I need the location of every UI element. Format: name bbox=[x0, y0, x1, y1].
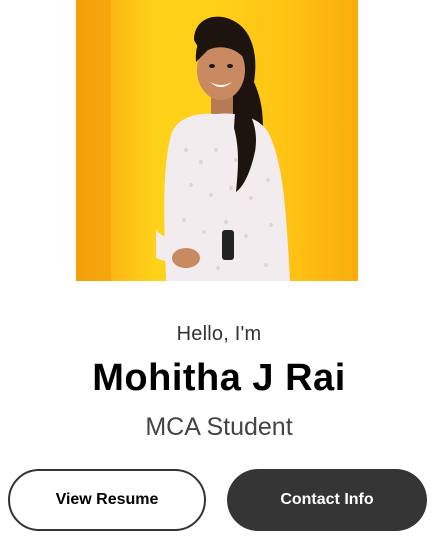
view-resume-label: View Resume bbox=[55, 491, 159, 508]
contact-info-label: Contact Info bbox=[280, 491, 374, 508]
profile-photo bbox=[76, 0, 358, 281]
profile-name: Mohitha J Rai bbox=[92, 357, 346, 399]
contact-info-button[interactable]: Contact Info bbox=[227, 469, 427, 531]
greeting-text: Hello, I'm bbox=[176, 323, 262, 345]
profile-page: Hello, I'm Mohitha J Rai MCA Student Vie… bbox=[0, 0, 438, 544]
view-resume-button[interactable]: View Resume bbox=[8, 469, 206, 531]
profile-role: MCA Student bbox=[145, 413, 293, 441]
